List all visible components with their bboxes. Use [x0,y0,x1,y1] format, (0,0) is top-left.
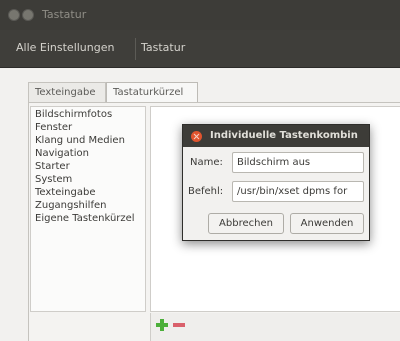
tab-tastaturkuerzel[interactable]: Tastaturkürzel [106,82,198,103]
tab-texteingabe[interactable]: Texteingabe [28,82,106,103]
apply-button[interactable]: Anwenden [290,213,364,234]
name-label: Name: [190,157,223,168]
cancel-button[interactable]: Abbrechen [208,213,284,234]
breadcrumb-current[interactable]: Tastatur [141,41,185,54]
breadcrumb-separator [135,38,136,60]
category-navigation[interactable]: Navigation [35,148,89,159]
window-title: Tastatur [42,8,87,21]
minus-icon[interactable] [172,318,186,332]
category-klang-und-medien[interactable]: Klang und Medien [35,135,125,146]
dialog-titlebar: Individuelle Tastenkombin [183,125,369,147]
toolbar: Alle Einstellungen Tastatur [0,30,400,68]
custom-shortcut-dialog: Individuelle Tastenkombin Name: Bildschi… [182,124,370,241]
plus-icon[interactable] [155,318,169,332]
category-list: Bildschirmfotos Fenster Klang und Medien… [30,106,146,312]
command-field[interactable]: /usr/bin/xset dpms for [232,181,364,202]
all-settings-button[interactable]: Alle Einstellungen [16,41,114,54]
category-eigene-tastenkuerzel[interactable]: Eigene Tastenkürzel [35,213,135,224]
category-starter[interactable]: Starter [35,161,70,172]
category-system[interactable]: System [35,174,72,185]
close-icon[interactable] [191,131,202,142]
command-label: Befehl: [188,186,224,197]
dialog-title: Individuelle Tastenkombin [210,130,358,141]
window-close-icon[interactable] [8,9,20,21]
category-bildschirmfotos[interactable]: Bildschirmfotos [35,109,112,120]
window-minimize-icon[interactable] [22,9,34,21]
window-titlebar: Tastatur [0,0,400,30]
category-fenster[interactable]: Fenster [35,122,72,133]
name-field[interactable]: Bildschirm aus [232,152,364,173]
category-texteingabe[interactable]: Texteingabe [35,187,95,198]
category-zugangshilfen[interactable]: Zugangshilfen [35,200,106,211]
shortcut-actions-bar [150,313,400,341]
